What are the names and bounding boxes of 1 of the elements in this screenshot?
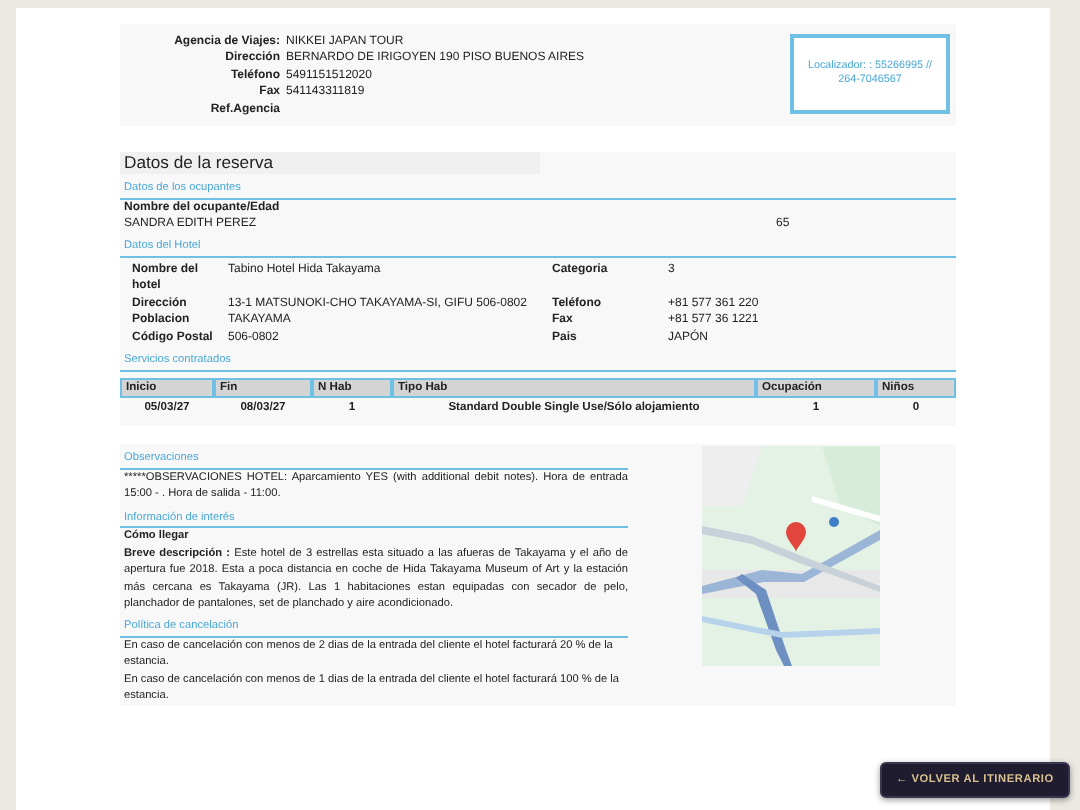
- section-title: Datos de la reserva: [120, 152, 540, 174]
